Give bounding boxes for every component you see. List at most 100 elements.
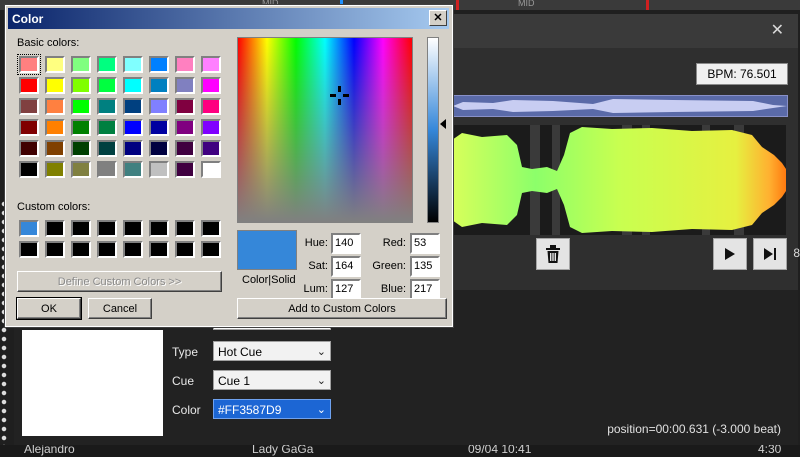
chevron-down-icon: ⌄ [316,375,326,387]
luminosity-arrow-icon[interactable] [440,119,446,129]
basic-color-swatch[interactable] [97,77,117,94]
basic-color-swatch[interactable] [71,119,91,136]
cue-color-preview-box [22,330,163,436]
delete-cue-button[interactable] [536,238,570,270]
custom-color-swatch[interactable] [149,220,169,237]
basic-color-swatch[interactable] [201,98,221,115]
add-to-custom-colors-button[interactable]: Add to Custom Colors [237,298,447,319]
basic-color-swatch[interactable] [149,140,169,157]
basic-color-swatch[interactable] [97,161,117,178]
overview-wave-shape [453,99,787,113]
basic-color-swatch[interactable] [201,56,221,73]
basic-color-swatch[interactable] [149,161,169,178]
basic-color-swatch[interactable] [19,119,39,136]
cue-select[interactable]: Cue 1 ⌄ [213,370,331,390]
basic-color-swatch[interactable] [201,119,221,136]
custom-color-swatch[interactable] [149,241,169,258]
basic-color-swatch[interactable] [201,77,221,94]
custom-color-swatch[interactable] [97,220,117,237]
basic-color-swatch[interactable] [201,140,221,157]
basic-color-swatch[interactable] [71,56,91,73]
custom-color-swatch[interactable] [45,220,65,237]
color-select[interactable]: #FF3587D9 ⌄ [213,399,331,419]
ok-button[interactable]: OK [16,297,82,320]
type-select[interactable]: Hot Cue ⌄ [213,341,331,361]
basic-color-swatch[interactable] [45,140,65,157]
basic-color-swatch[interactable] [71,140,91,157]
custom-color-swatch[interactable] [123,241,143,258]
basic-color-swatch[interactable] [149,98,169,115]
dialog-close-button[interactable]: ✕ [429,10,447,26]
waveform-overview[interactable] [452,95,788,117]
basic-color-swatch[interactable] [97,140,117,157]
basic-color-swatch[interactable] [97,119,117,136]
close-icon: ✕ [433,12,443,24]
side-number: 8 [793,246,800,260]
basic-color-swatch[interactable] [149,56,169,73]
custom-color-swatch[interactable] [71,220,91,237]
basic-color-swatch[interactable] [17,54,41,75]
define-custom-colors-button[interactable]: Define Custom Colors >> [17,271,222,292]
green-input[interactable]: 135 [410,256,440,277]
basic-color-swatch[interactable] [19,161,39,178]
next-button[interactable] [753,238,787,270]
basic-color-swatch[interactable] [175,119,195,136]
blue-input[interactable]: 217 [410,279,440,300]
basic-color-swatch[interactable] [123,56,143,73]
basic-color-swatch[interactable] [97,98,117,115]
basic-color-swatch[interactable] [149,77,169,94]
basic-color-swatch[interactable] [175,161,195,178]
basic-color-swatch[interactable] [19,98,39,115]
basic-color-swatch[interactable] [123,119,143,136]
green-label: Green: [372,260,406,272]
custom-color-swatch[interactable] [71,241,91,258]
basic-color-swatch[interactable] [175,98,195,115]
basic-color-swatch[interactable] [175,77,195,94]
basic-color-swatch[interactable] [149,119,169,136]
basic-color-swatch[interactable] [123,161,143,178]
basic-color-swatch[interactable] [45,98,65,115]
hue-label: Hue: [304,237,328,249]
custom-color-swatch[interactable] [45,241,65,258]
color-spectrum[interactable] [237,37,413,223]
basic-color-swatch[interactable] [175,56,195,73]
red-input[interactable]: 53 [410,233,440,254]
basic-color-swatch[interactable] [123,98,143,115]
cue-label: Cue [172,374,195,388]
custom-color-swatch[interactable] [19,220,39,237]
basic-color-swatch[interactable] [45,77,65,94]
custom-color-swatch[interactable] [201,220,221,237]
custom-color-swatch[interactable] [97,241,117,258]
custom-color-swatch[interactable] [201,241,221,258]
skip-next-icon [764,248,776,260]
luminosity-bar[interactable] [427,37,439,223]
sat-input[interactable]: 164 [331,256,361,277]
custom-color-swatch[interactable] [175,241,195,258]
basic-color-swatch[interactable] [71,98,91,115]
custom-color-swatch[interactable] [175,220,195,237]
basic-color-swatch[interactable] [175,140,195,157]
basic-color-swatch[interactable] [19,140,39,157]
custom-color-swatch[interactable] [19,241,39,258]
basic-color-swatch[interactable] [123,77,143,94]
basic-color-swatch[interactable] [123,140,143,157]
color-dialog: Color ✕ Basic colors: Custom colors: Def… [4,4,454,328]
basic-color-swatch[interactable] [201,161,221,178]
custom-color-swatch[interactable] [123,220,143,237]
waveform-detail[interactable] [452,125,786,235]
basic-color-swatch[interactable] [19,77,39,94]
basic-color-swatch[interactable] [71,77,91,94]
editor-close-icon[interactable]: ✕ [771,20,784,40]
cancel-button[interactable]: Cancel [88,298,152,319]
lum-input[interactable]: 127 [331,279,361,300]
basic-color-swatch[interactable] [97,56,117,73]
basic-color-swatch[interactable] [71,161,91,178]
hue-input[interactable]: 140 [331,233,361,254]
deck-marker [646,0,649,10]
track-list-row[interactable]: Alejandro Lady GaGa 09/04 10:41 4:30 [0,445,800,457]
type-label: Type [172,345,199,359]
basic-color-swatch[interactable] [45,56,65,73]
basic-color-swatch[interactable] [45,119,65,136]
play-button[interactable] [713,238,747,270]
basic-color-swatch[interactable] [45,161,65,178]
